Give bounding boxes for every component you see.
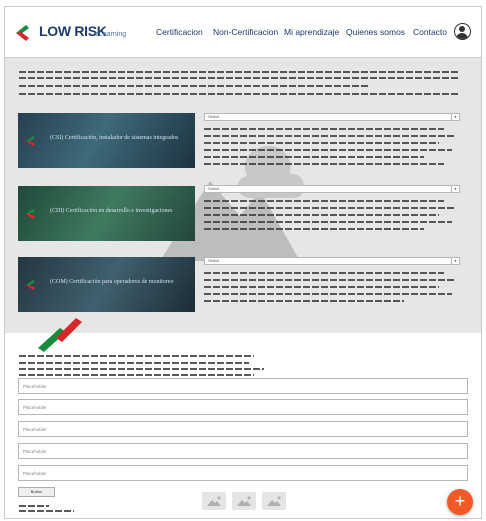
course-title: (COM) Certificación para operadores de m… bbox=[50, 279, 174, 285]
intro-text-line bbox=[19, 85, 369, 87]
course-select[interactable]: Select ▾ bbox=[204, 185, 460, 193]
logo-mark bbox=[26, 280, 35, 290]
course-desc-line bbox=[204, 163, 444, 165]
course-desc-line bbox=[204, 286, 439, 288]
course-select[interactable]: Select ▾ bbox=[204, 113, 460, 121]
page-frame: LOW RISK eLearning Certificacion Non-Cer… bbox=[4, 6, 482, 519]
header: LOW RISK eLearning Certificacion Non-Cer… bbox=[5, 7, 481, 58]
form-text-line bbox=[19, 355, 254, 357]
form-input[interactable]: Placeholder bbox=[18, 378, 468, 394]
form-text-line bbox=[19, 368, 264, 370]
course-desc-line bbox=[204, 221, 452, 223]
course-desc-line bbox=[204, 272, 444, 274]
form-input[interactable]: Placeholder bbox=[18, 443, 468, 459]
course-desc-line bbox=[204, 214, 439, 216]
course-title: (CDI) Certificación en desarrollo e inve… bbox=[50, 208, 173, 214]
form-input[interactable]: Placeholder bbox=[18, 465, 468, 481]
course-desc-line bbox=[204, 300, 404, 302]
add-fab-button[interactable]: + bbox=[447, 489, 473, 515]
footer-text-line bbox=[19, 510, 74, 512]
image-add-button[interactable] bbox=[202, 492, 226, 510]
course-desc-line bbox=[204, 228, 424, 230]
logo-mark bbox=[26, 136, 35, 146]
image-add-icon bbox=[267, 496, 281, 506]
logo-mark bbox=[16, 25, 29, 41]
image-add-button[interactable] bbox=[232, 492, 256, 510]
nav-quienes-somos[interactable]: Quienes somos bbox=[346, 27, 405, 37]
brand-sub: eLearning bbox=[95, 31, 127, 38]
image-add-icon bbox=[237, 496, 251, 506]
nav-mi-aprendizaje[interactable]: Mi aprendizaje bbox=[284, 27, 339, 37]
form-button[interactable]: Button bbox=[18, 487, 55, 497]
select-value: Select bbox=[208, 186, 220, 191]
course-card[interactable]: (COM) Certificación para operadores de m… bbox=[18, 257, 195, 312]
logo-mark bbox=[38, 318, 82, 352]
course-desc-line bbox=[204, 128, 444, 130]
courses-section: (CSI) Certificación, instalador de siste… bbox=[5, 58, 481, 333]
image-add-button[interactable] bbox=[262, 492, 286, 510]
user-avatar-icon[interactable] bbox=[454, 23, 471, 40]
form-text-line bbox=[19, 374, 254, 376]
intro-text-line bbox=[19, 77, 459, 79]
intro-text-line bbox=[19, 71, 459, 73]
select-value: Select bbox=[208, 114, 220, 119]
course-title: (CSI) Certificación, instalador de siste… bbox=[50, 135, 179, 141]
course-card[interactable]: (CSI) Certificación, instalador de siste… bbox=[18, 113, 195, 168]
course-desc-line bbox=[204, 207, 454, 209]
form-input[interactable]: Placeholder bbox=[18, 399, 468, 415]
select-value: Select bbox=[208, 258, 220, 263]
nav-contacto[interactable]: Contacto bbox=[413, 27, 447, 37]
footer-text-line bbox=[19, 505, 49, 507]
course-card[interactable]: (CDI) Certificación en desarrollo e inve… bbox=[18, 186, 195, 241]
plus-icon: + bbox=[454, 491, 466, 511]
course-desc-line bbox=[204, 200, 444, 202]
form-text-line bbox=[19, 362, 249, 364]
chevron-down-icon: ▾ bbox=[451, 258, 459, 264]
course-desc-line bbox=[204, 293, 452, 295]
course-desc-line bbox=[204, 149, 452, 151]
image-add-icon bbox=[207, 496, 221, 506]
nav-non-certificacion[interactable]: Non-Certificacion bbox=[213, 27, 278, 37]
chevron-down-icon: ▾ bbox=[451, 114, 459, 120]
nav-certificacion[interactable]: Certificacion bbox=[156, 27, 203, 37]
course-select[interactable]: Select ▾ bbox=[204, 257, 460, 265]
form-input[interactable]: Placeholder bbox=[18, 421, 468, 437]
course-desc-line bbox=[204, 156, 424, 158]
course-desc-line bbox=[204, 279, 454, 281]
course-desc-line bbox=[204, 135, 454, 137]
course-desc-line bbox=[204, 142, 439, 144]
chevron-down-icon: ▾ bbox=[451, 186, 459, 192]
intro-text-line bbox=[19, 93, 459, 95]
logo-mark bbox=[26, 209, 35, 219]
